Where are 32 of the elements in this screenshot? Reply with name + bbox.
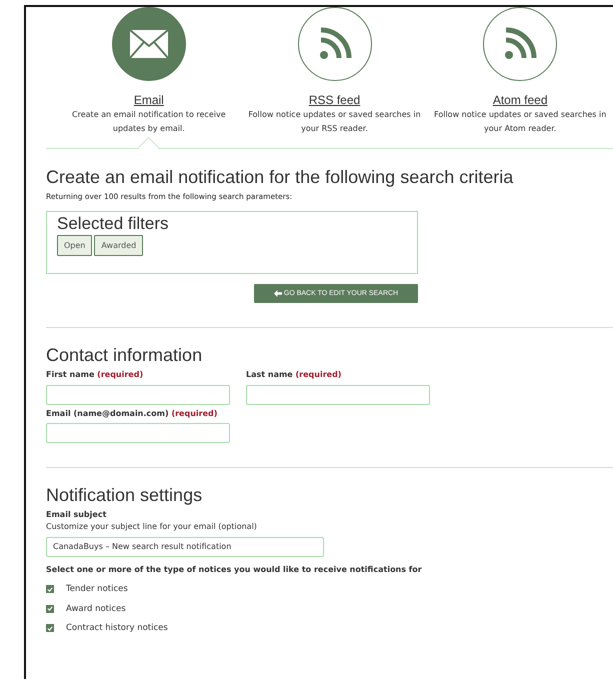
left-arrow-icon xyxy=(274,290,282,297)
input-field[interactable] xyxy=(46,384,230,404)
feed-icon xyxy=(318,27,352,61)
field-label: Email subject xyxy=(46,510,108,519)
filter-tag: Awarded xyxy=(94,235,144,256)
checkbox-label: Contract history notices xyxy=(66,623,168,634)
notice-types-label: Select one or more of the type of notices you would like to receive notifications for xyxy=(46,564,423,574)
field-label: Email (name@domain.com) (required) xyxy=(46,408,218,418)
section-heading: Notification settings xyxy=(46,485,204,506)
option-link[interactable]: RSS feed xyxy=(308,93,360,107)
field-label: Last name (required) xyxy=(246,370,342,379)
option-description: Follow notice updates or saved searches in your Atom reader. xyxy=(433,109,608,135)
option-description: Create an email notification to receive updates by email. xyxy=(71,109,227,135)
checkbox-label: Tender notices xyxy=(66,584,128,594)
subject-field[interactable]: CanadaBuys – New search result notification xyxy=(46,536,324,556)
checkbox[interactable] xyxy=(46,585,54,594)
filters-title: Selected filters xyxy=(57,214,170,234)
section-heading: Create an email notification for the following search criteria xyxy=(46,167,514,188)
checkbox[interactable] xyxy=(46,604,54,613)
feed-icon xyxy=(503,27,538,61)
checkbox-label: Award notices xyxy=(66,604,126,614)
option-link[interactable]: Email xyxy=(134,93,164,107)
input-field[interactable] xyxy=(246,384,430,404)
filter-tag: Open xyxy=(57,235,92,256)
field-hint: Customize your subject line for your email (optional) xyxy=(46,522,258,531)
option-description: Follow notice updates or saved searches in your RSS reader. xyxy=(247,109,422,135)
envelope-icon xyxy=(128,29,169,59)
checkbox[interactable] xyxy=(46,624,54,632)
section-heading: Contact information xyxy=(46,345,204,366)
input-field[interactable] xyxy=(46,423,230,443)
option-link[interactable]: Atom feed xyxy=(492,93,548,107)
field-label: First name (required) xyxy=(46,370,144,379)
